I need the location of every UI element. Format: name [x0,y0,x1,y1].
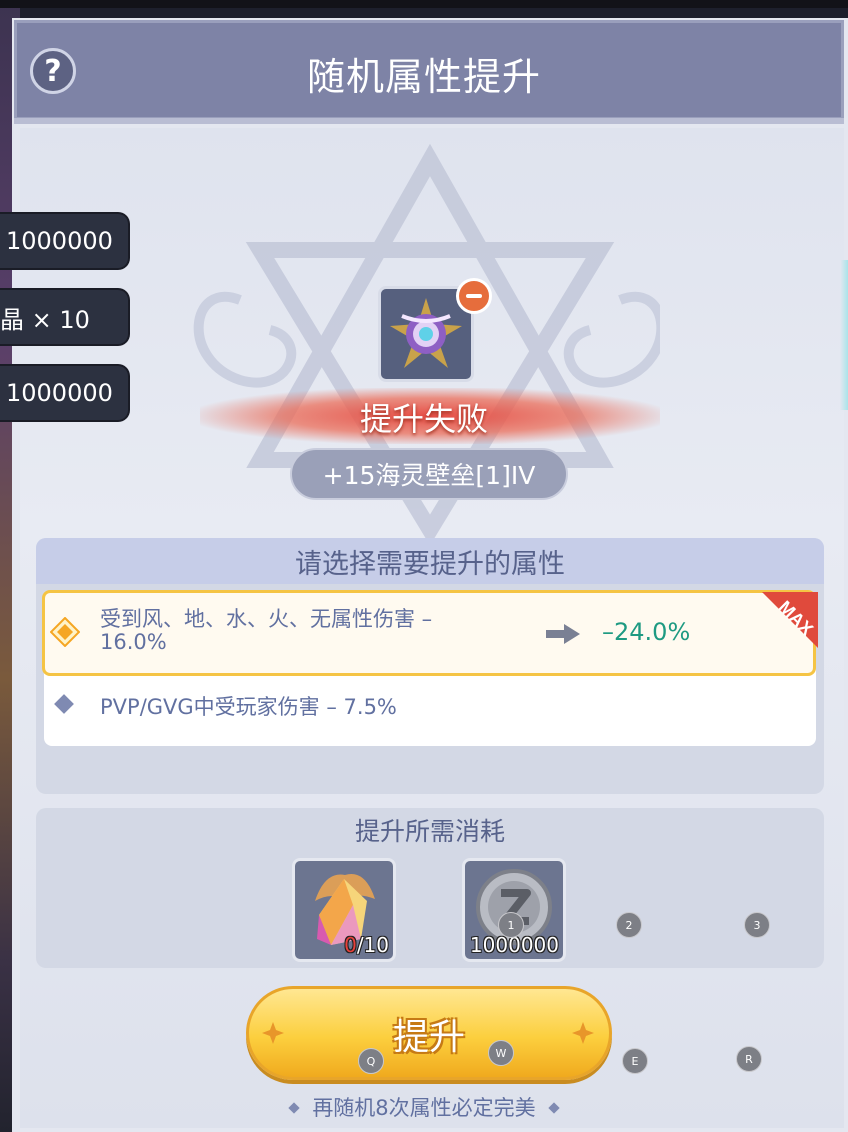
attribute-section-heading: 请选择需要提升的属性 [36,538,824,584]
dialog-title: 随机属性提升 [306,55,541,99]
hotkey-q: Q [358,1048,384,1074]
selected-diamond-icon [50,617,80,647]
hotkey-w: W [488,1040,514,1066]
result-text: 提升失败 [359,400,488,438]
hotkey-2: 2 [616,912,642,938]
resource-holy-crystal-value: 圣晶 × 10 [0,305,90,334]
hotkey-e: E [622,1048,648,1074]
cost-slot-crystal[interactable]: 0/10 [292,858,396,962]
attribute-option-1-line1: 受到风、地、水、火、无属性伤害 – [100,607,433,631]
sea-spirit-bulwark-icon [390,298,462,368]
resource-holy-crystal: 圣晶 × 10 [0,290,128,344]
hotkey-r: R [736,1046,762,1072]
background-top-strip [0,0,848,8]
remove-item-button[interactable] [456,278,492,314]
upgrade-button-label: 提升 [392,1017,465,1058]
crystal-have: 0 [344,933,357,957]
resource-zeny-top-value: 1000000 [6,227,113,255]
attribute-option-2-text[interactable]: PVP/GVG中受玩家伤害 – 7.5% [100,691,397,721]
crystal-need: /10 [356,933,389,957]
crystal-count: 0/10 [344,933,389,957]
resource-zeny-top: 1000000 [0,214,128,268]
hotkey-3: 3 [744,912,770,938]
arrow-right-icon [546,624,580,644]
attribute-option-1-text: 受到风、地、水、火、无属性伤害 – 16.0% [100,608,520,654]
max-badge: MAX [762,592,818,648]
footer-diamond-right-icon [548,1102,560,1114]
item-name-pill: +15海灵壁垒[1]IV [290,448,568,500]
footer-hint-text: 再随机8次属性必定完美 [312,1096,536,1120]
cost-slot-zeny[interactable]: 1000000 [462,858,566,962]
header-divider [14,118,844,124]
footer-hint: 再随机8次属性必定完美 [0,1092,848,1122]
attribute-option-1-line2: 16.0% [100,630,167,654]
right-edge-glow [840,260,848,410]
attribute-option-1-new-value: –24.0% [602,618,691,646]
hotkey-1: 1 [498,912,524,938]
item-name: +15海灵壁垒[1]IV [322,461,536,490]
cost-section-heading: 提升所需消耗 [354,817,505,846]
footer-diamond-left-icon [288,1102,300,1114]
